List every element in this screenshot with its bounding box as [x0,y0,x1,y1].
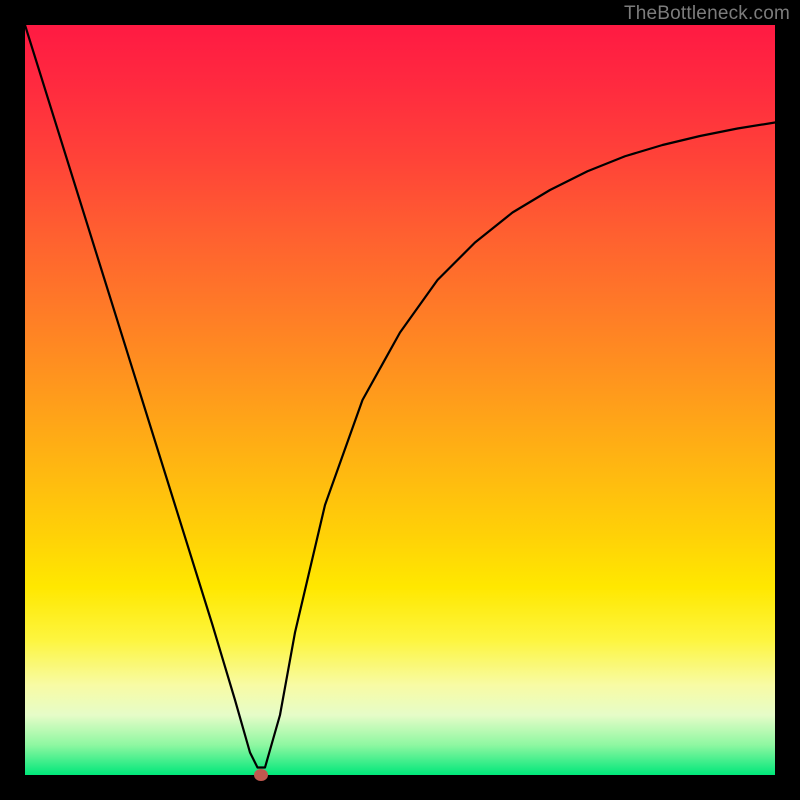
optimum-marker-icon [254,769,268,781]
bottleneck-curve [25,25,775,775]
watermark-text: TheBottleneck.com [624,3,790,25]
